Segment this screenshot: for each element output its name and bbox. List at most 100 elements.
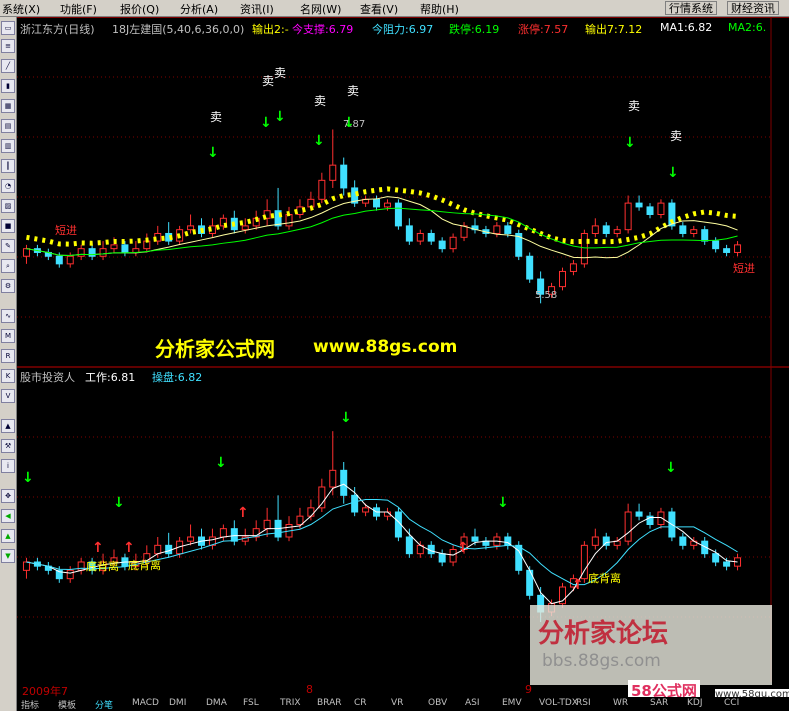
- settings-icon[interactable]: ⚙: [1, 279, 15, 293]
- indicator-tab[interactable]: VR: [391, 698, 403, 708]
- forum-name: 分析家论坛: [538, 619, 669, 649]
- high-price-label: 7.87: [343, 119, 366, 130]
- arrow-down-icon[interactable]: ▼: [1, 549, 15, 563]
- line-chart-icon[interactable]: ╱: [1, 59, 15, 73]
- candle-body: [712, 553, 720, 563]
- chart-icon[interactable]: ▲: [1, 419, 15, 433]
- menu-info[interactable]: 资讯(I): [240, 1, 274, 17]
- tool-icon[interactable]: ⚒: [1, 439, 15, 453]
- candle-body: [701, 229, 709, 242]
- indicator-tab[interactable]: CR: [354, 698, 367, 708]
- sell-arrow-icon: ↓: [260, 115, 272, 131]
- report-icon[interactable]: ▥: [1, 139, 15, 153]
- indicator-tab[interactable]: SAR: [650, 698, 668, 708]
- info-icon[interactable]: i: [1, 459, 15, 473]
- short-entry-signal: 短进: [55, 224, 77, 237]
- candle-body: [187, 536, 195, 542]
- pie-icon[interactable]: ◔: [1, 179, 15, 193]
- menu-help[interactable]: 帮助(H): [420, 1, 459, 17]
- candle-body: [405, 536, 413, 555]
- candle-body: [307, 507, 315, 517]
- candle-body: [679, 536, 687, 546]
- candle-body: [55, 255, 63, 265]
- candle-body: [154, 544, 162, 555]
- pen-icon[interactable]: ✎: [1, 239, 15, 253]
- candle-body: [690, 229, 698, 234]
- sell-arrow-icon: ↓: [22, 470, 34, 486]
- watermark-url: www.88gs.com: [313, 337, 458, 357]
- output2-label: 输出2:-: [252, 23, 289, 36]
- indicator-tab[interactable]: 分笔: [95, 698, 113, 711]
- candle-body: [416, 232, 424, 242]
- candle-body: [296, 515, 304, 525]
- menu-quote[interactable]: 报价(Q): [120, 1, 159, 17]
- block-icon[interactable]: ■: [1, 219, 15, 233]
- indicator-tab[interactable]: CCI: [724, 698, 739, 708]
- arrow-left-icon[interactable]: ◀: [1, 509, 15, 523]
- indicator-tabs: 指标 模板 分笔 MACD DMI DMA FSL TRIX BRAR CR VR OBV ASI EMV…: [17, 697, 789, 711]
- menu-view[interactable]: 查看(V): [360, 1, 398, 17]
- divergence-label: 底背离: [86, 560, 119, 573]
- indicator-tab[interactable]: TRIX: [280, 698, 301, 708]
- sell-arrow-icon: ↓: [665, 460, 677, 476]
- move-icon[interactable]: ✥: [1, 489, 15, 503]
- kdj-icon[interactable]: K: [1, 369, 15, 383]
- sell-signal: 卖: [670, 129, 683, 143]
- stock-title: 浙江东方(日线): [20, 23, 95, 36]
- candle-body: [449, 236, 457, 250]
- new-icon[interactable]: ▭: [1, 21, 15, 35]
- indicator-tab[interactable]: KDJ: [687, 698, 703, 708]
- indicator-tab[interactable]: MACD: [132, 698, 159, 708]
- indicator-tab[interactable]: WR: [613, 698, 628, 708]
- macd-icon[interactable]: M: [1, 329, 15, 343]
- market-system-button[interactable]: 行情系统: [665, 1, 717, 15]
- indicator-tab[interactable]: BRAR: [317, 698, 341, 708]
- indicator-tab[interactable]: OBV: [428, 698, 447, 708]
- indicator-tab[interactable]: DMI: [169, 698, 186, 708]
- menu-web[interactable]: 名网(W): [300, 1, 341, 17]
- finance-info-button[interactable]: 财经资讯: [727, 1, 779, 15]
- candle-body: [646, 206, 654, 216]
- forum-url: bbs.88gs.com: [542, 651, 661, 671]
- indicator-tab[interactable]: VOL-TDX: [539, 698, 578, 708]
- fall-stop-label: 跌停:6.19: [449, 23, 500, 36]
- search-icon[interactable]: ⌕: [1, 259, 15, 273]
- menu-system[interactable]: 系统(X): [2, 1, 40, 17]
- indicator-tab[interactable]: FSL: [243, 698, 259, 708]
- candle-body: [230, 528, 238, 542]
- vol-icon[interactable]: V: [1, 389, 15, 403]
- indicator-tab[interactable]: 指标: [21, 698, 39, 711]
- list-icon[interactable]: ≡: [1, 39, 15, 53]
- indicator-tab[interactable]: EMV: [502, 698, 522, 708]
- candle-body: [77, 561, 85, 571]
- indicator-tab[interactable]: DMA: [206, 698, 227, 708]
- buy-arrow-icon: ↑: [457, 540, 469, 556]
- menu-analysis[interactable]: 分析(A): [180, 1, 218, 17]
- candle-body: [723, 561, 731, 567]
- candle-body: [438, 240, 446, 250]
- candle-body: [329, 469, 337, 488]
- stats-icon[interactable]: ▨: [1, 199, 15, 213]
- candle-body: [679, 225, 687, 234]
- wave-icon[interactable]: ∿: [1, 309, 15, 323]
- candle-body: [187, 225, 195, 231]
- rsi-icon[interactable]: R: [1, 349, 15, 363]
- candle-body: [110, 244, 118, 250]
- candle-body: [624, 202, 632, 231]
- candle-icon[interactable]: ┃: [1, 159, 15, 173]
- table-icon[interactable]: ▦: [1, 99, 15, 113]
- indicator-tab[interactable]: 模板: [58, 698, 76, 711]
- menu-function[interactable]: 功能(F): [60, 1, 97, 17]
- candle-body: [318, 179, 326, 200]
- indicator-tab[interactable]: RSI: [576, 698, 591, 708]
- divergence-label: 底背离: [588, 572, 621, 585]
- candle-body: [99, 248, 107, 257]
- candle-body: [471, 536, 479, 542]
- bar-chart-icon[interactable]: ▮: [1, 79, 15, 93]
- ma2-label: MA2:6.: [728, 21, 767, 34]
- watermark-text: 分析家公式网: [155, 337, 275, 361]
- forum-watermark: 分析家论坛 bbs.88gs.com: [530, 605, 772, 685]
- grid-icon[interactable]: ▤: [1, 119, 15, 133]
- indicator-tab[interactable]: ASI: [465, 698, 480, 708]
- arrow-up-icon[interactable]: ▲: [1, 529, 15, 543]
